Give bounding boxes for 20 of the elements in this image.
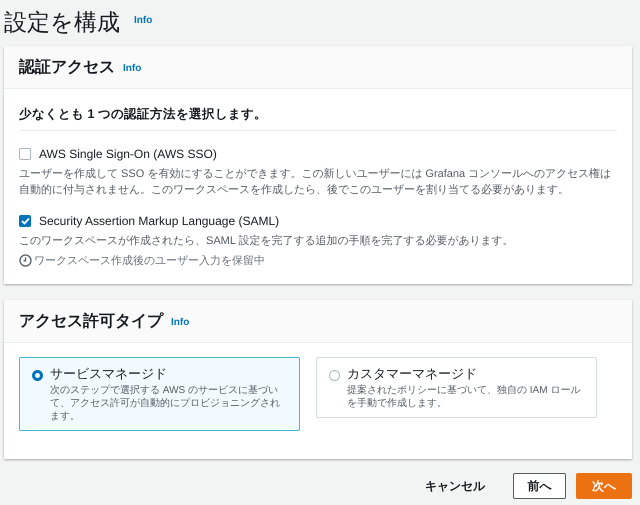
tile-label: カスタマーマネージド — [347, 365, 478, 383]
panel-title: 認証アクセス — [19, 57, 115, 78]
panel-title: アクセス許可タイプ — [19, 311, 163, 332]
cancel-button[interactable]: キャンセル — [419, 473, 491, 499]
checkbox-label: Security Assertion Markup Language (SAML) — [39, 214, 280, 228]
info-link[interactable]: Info — [123, 63, 142, 74]
previous-button[interactable]: 前へ — [513, 473, 566, 499]
status-text: ワークスペース作成後のユーザー入力を保留中 — [34, 254, 265, 268]
option-description: このワークスペースが作成されたら、SAML 設定を完了する追加の手順を完了する必要があります。 — [19, 234, 515, 249]
info-link[interactable]: Info — [171, 317, 190, 328]
tile-description: 提案されたポリシーに基づいて、独自の IAM ロールを手動で作成します。 — [347, 384, 582, 410]
section-heading: 少なくとも 1 つの認証方法を選択します。 — [19, 89, 617, 131]
info-link[interactable]: Info — [134, 15, 152, 26]
option-description: ユーザーを作成して SSO を有効にすることができます。この新しいユーザーには Grafana コンソールへのアクセス権は自動的に付与されません。このワークスペースを作成したら、後でこのユーザーを割り当てる必要があります。 — [19, 166, 612, 198]
page-title: 設定を構成 — [4, 8, 120, 37]
option-tile[interactable]: サービスマネージド 次のステップで選択する AWS のサービスに基づいて、アクセス許可が自動的にプロビジョニングされます。 — [19, 357, 300, 431]
checkbox-label: AWS Single Sign-On (AWS SSO) — [39, 147, 217, 161]
option-tile[interactable]: カスタマーマネージド 提案されたポリシーに基づいて、独自の IAM ロールを手動で作成します。 — [316, 357, 597, 418]
tile-description: 次のステップで選択する AWS のサービスに基づいて、アクセス許可が自動的にプロビジョニングされます。 — [50, 384, 281, 423]
tile-label: サービスマネージド — [50, 365, 168, 383]
